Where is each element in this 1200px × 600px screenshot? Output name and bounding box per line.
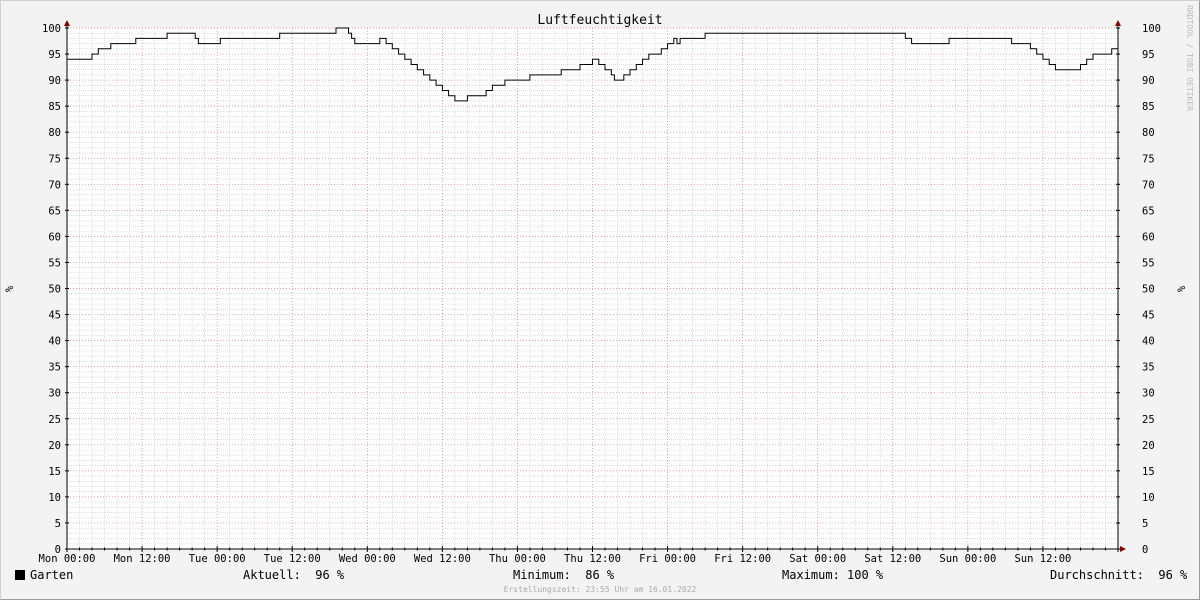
x-tick-label: Mon 12:00 bbox=[114, 553, 171, 565]
y-tick-label-left: 65 bbox=[48, 205, 61, 217]
y-tick-label-right: 5 bbox=[1142, 518, 1148, 530]
x-tick-label: Sat 00:00 bbox=[789, 553, 846, 565]
legend-series-label: Garten bbox=[30, 568, 74, 582]
y-axis-label-right: % bbox=[1176, 285, 1188, 292]
legend-maximum: Maximum: 100 % bbox=[782, 568, 884, 582]
y-axis-arrow-right bbox=[1115, 20, 1121, 26]
y-tick-label-left: 75 bbox=[48, 153, 61, 165]
x-tick-label: Wed 00:00 bbox=[339, 553, 396, 565]
y-tick-label-right: 85 bbox=[1142, 101, 1155, 113]
y-tick-label-right: 90 bbox=[1142, 75, 1155, 87]
y-tick-label-right: 15 bbox=[1142, 466, 1155, 478]
y-tick-label-right: 20 bbox=[1142, 440, 1155, 452]
y-tick-label-left: 15 bbox=[48, 466, 61, 478]
legend-current: Aktuell: 96 % bbox=[243, 568, 345, 582]
y-tick-label-right: 35 bbox=[1142, 362, 1155, 374]
y-tick-label-right: 25 bbox=[1142, 414, 1155, 426]
y-tick-label-right: 0 bbox=[1142, 544, 1148, 556]
legend-swatch-garten bbox=[15, 570, 25, 580]
y-tick-label-right: 70 bbox=[1142, 179, 1155, 191]
y-tick-label-left: 30 bbox=[48, 388, 61, 400]
y-tick-label-left: 5 bbox=[55, 518, 61, 530]
y-tick-label-right: 50 bbox=[1142, 284, 1155, 296]
y-tick-label-right: 100 bbox=[1142, 23, 1161, 35]
legend-minimum: Minimum: 86 % bbox=[513, 568, 615, 582]
y-tick-label-left: 100 bbox=[42, 23, 61, 35]
creation-time-footer: Erstellungszeit: 23:55 Uhr am 16.01.2022 bbox=[503, 585, 697, 594]
y-tick-label-left: 80 bbox=[48, 127, 61, 139]
y-tick-label-left: 95 bbox=[48, 49, 61, 61]
chart-title: Luftfeuchtigkeit bbox=[537, 13, 662, 28]
y-tick-label-left: 55 bbox=[48, 257, 61, 269]
y-tick-label-left: 40 bbox=[48, 336, 61, 348]
y-tick-label-left: 25 bbox=[48, 414, 61, 426]
y-tick-label-right: 75 bbox=[1142, 153, 1155, 165]
y-tick-label-right: 60 bbox=[1142, 231, 1155, 243]
y-tick-label-right: 30 bbox=[1142, 388, 1155, 400]
rrdtool-watermark: RRDTOOL / TOBI OETIKER bbox=[1185, 5, 1194, 111]
y-tick-label-right: 55 bbox=[1142, 257, 1155, 269]
y-tick-label-left: 60 bbox=[48, 231, 61, 243]
x-tick-label: Fri 00:00 bbox=[639, 553, 696, 565]
y-tick-label-right: 95 bbox=[1142, 49, 1155, 61]
x-tick-label: Tue 12:00 bbox=[264, 553, 321, 565]
y-tick-label-right: 45 bbox=[1142, 310, 1155, 322]
x-tick-label: Wed 12:00 bbox=[414, 553, 471, 565]
y-tick-label-right: 10 bbox=[1142, 492, 1155, 504]
y-tick-label-right: 40 bbox=[1142, 336, 1155, 348]
y-axis-label-left: % bbox=[4, 285, 16, 292]
x-axis-arrow bbox=[1120, 546, 1126, 552]
y-tick-label-left: 10 bbox=[48, 492, 61, 504]
y-tick-label-left: 70 bbox=[48, 179, 61, 191]
x-tick-label: Thu 12:00 bbox=[564, 553, 621, 565]
y-axis-arrow-left bbox=[64, 20, 70, 26]
x-tick-label: Thu 00:00 bbox=[489, 553, 546, 565]
y-tick-label-right: 65 bbox=[1142, 205, 1155, 217]
y-tick-label-left: 50 bbox=[48, 284, 61, 296]
y-tick-label-left: 85 bbox=[48, 101, 61, 113]
x-tick-label: Tue 00:00 bbox=[189, 553, 246, 565]
x-tick-label: Fri 12:00 bbox=[714, 553, 771, 565]
y-tick-label-left: 45 bbox=[48, 310, 61, 322]
legend-average: Durchschnitt: 96 % bbox=[1050, 568, 1188, 582]
x-tick-label: Sat 12:00 bbox=[864, 553, 921, 565]
y-tick-label-left: 90 bbox=[48, 75, 61, 87]
humidity-chart: 0 05 510 1015 1520 2025 2530 3035 3540 4045 4550 50… bbox=[4, 5, 1194, 565]
y-tick-label-left: 35 bbox=[48, 362, 61, 374]
x-tick-label: Sun 00:00 bbox=[939, 553, 996, 565]
x-tick-label: Sun 12:00 bbox=[1014, 553, 1071, 565]
x-tick-label: Mon 00:00 bbox=[39, 553, 96, 565]
y-tick-label-right: 80 bbox=[1142, 127, 1155, 139]
y-tick-label-left: 20 bbox=[48, 440, 61, 452]
